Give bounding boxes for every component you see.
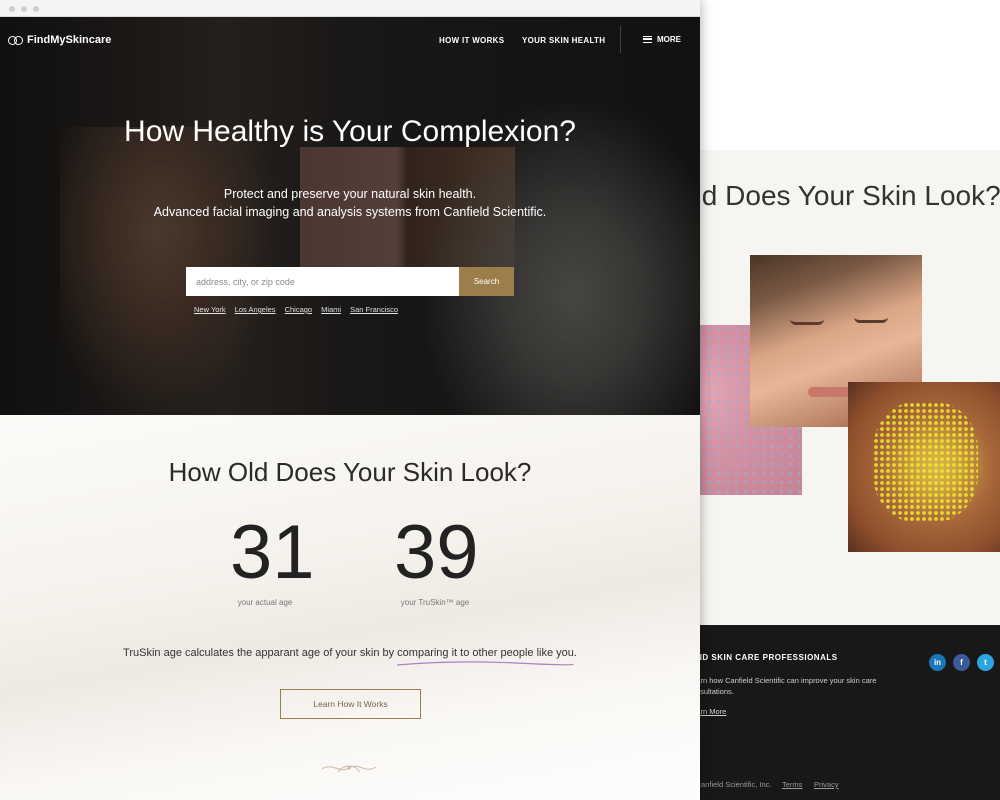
logo-text: FindMySkincare — [27, 34, 112, 46]
skin-age-section: How Old Does Your Skin Look? 31 39 your … — [0, 415, 700, 800]
city-link-miami[interactable]: Miami — [321, 305, 341, 314]
location-search-input[interactable] — [186, 267, 459, 296]
site-logo[interactable]: FindMySkincare — [8, 34, 111, 46]
city-link-chicago[interactable]: Chicago — [285, 305, 313, 314]
actual-age-label: your actual age — [237, 598, 293, 607]
nav-your-skin-health[interactable]: YOUR SKIN HEALTH — [522, 36, 605, 45]
window-dot-icon — [21, 6, 27, 12]
hero-subtitle-line: Protect and preserve your natural skin h… — [223, 187, 477, 201]
browser-chrome — [0, 0, 700, 17]
front-page-window: FindMySkincare HOW IT WORKS YOUR SKIN HE… — [0, 0, 700, 800]
face-eye — [790, 319, 824, 325]
actual-age-value: 31 — [230, 510, 315, 595]
nav-more-button[interactable]: MORE — [643, 35, 681, 44]
nav-how-it-works[interactable]: HOW IT WORKS — [439, 36, 504, 45]
truskin-age-label: your TruSkin™ age — [400, 598, 470, 607]
twitter-icon[interactable]: t — [977, 654, 994, 671]
linkedin-icon[interactable]: in — [929, 654, 946, 671]
hero-title: How Healthy is Your Complexion? — [124, 115, 576, 148]
city-link-san-francisco[interactable]: San Francisco — [350, 305, 398, 314]
nav-more-label: MORE — [657, 35, 681, 44]
hamburger-icon — [643, 36, 652, 43]
hero-subtitle: Protect and preserve your natural skin h… — [0, 185, 700, 221]
truskin-age-value: 39 — [394, 510, 479, 595]
skin-analysis-image-spots — [848, 382, 1000, 552]
footer-title: FIND SKIN CARE PROFESSIONALS — [688, 653, 838, 662]
truskin-description: TruSkin age calculates the apparant age … — [123, 647, 577, 659]
footer-terms-link[interactable]: Terms — [782, 780, 802, 789]
window-dot-icon — [9, 6, 15, 12]
city-quick-links: New York Los Angeles Chicago Miami San F… — [194, 305, 398, 314]
face-eye — [854, 317, 888, 323]
search-button[interactable]: Search — [459, 267, 514, 296]
facebook-icon[interactable]: f — [953, 654, 970, 671]
face-lips — [808, 387, 852, 397]
city-link-los-angeles[interactable]: Los Angeles — [235, 305, 276, 314]
learn-how-it-works-button[interactable]: Learn How It Works — [280, 689, 421, 719]
hero-subtitle-line: Advanced facial imaging and analysis sys… — [153, 205, 547, 219]
city-link-new-york[interactable]: New York — [194, 305, 226, 314]
footer-privacy-link[interactable]: Privacy — [814, 780, 839, 789]
underline-swoosh-icon — [396, 661, 574, 666]
ornament-flourish-icon — [321, 765, 377, 773]
logo-rings-icon — [8, 35, 23, 45]
skin-age-title: How Old Does Your Skin Look? — [168, 457, 532, 487]
footer-text: Learn how Canfield Scientific can improv… — [688, 676, 877, 696]
window-dot-icon — [33, 6, 39, 12]
footer-copyright: © Canfield Scientific, Inc. — [688, 780, 772, 789]
nav-divider — [620, 26, 621, 53]
